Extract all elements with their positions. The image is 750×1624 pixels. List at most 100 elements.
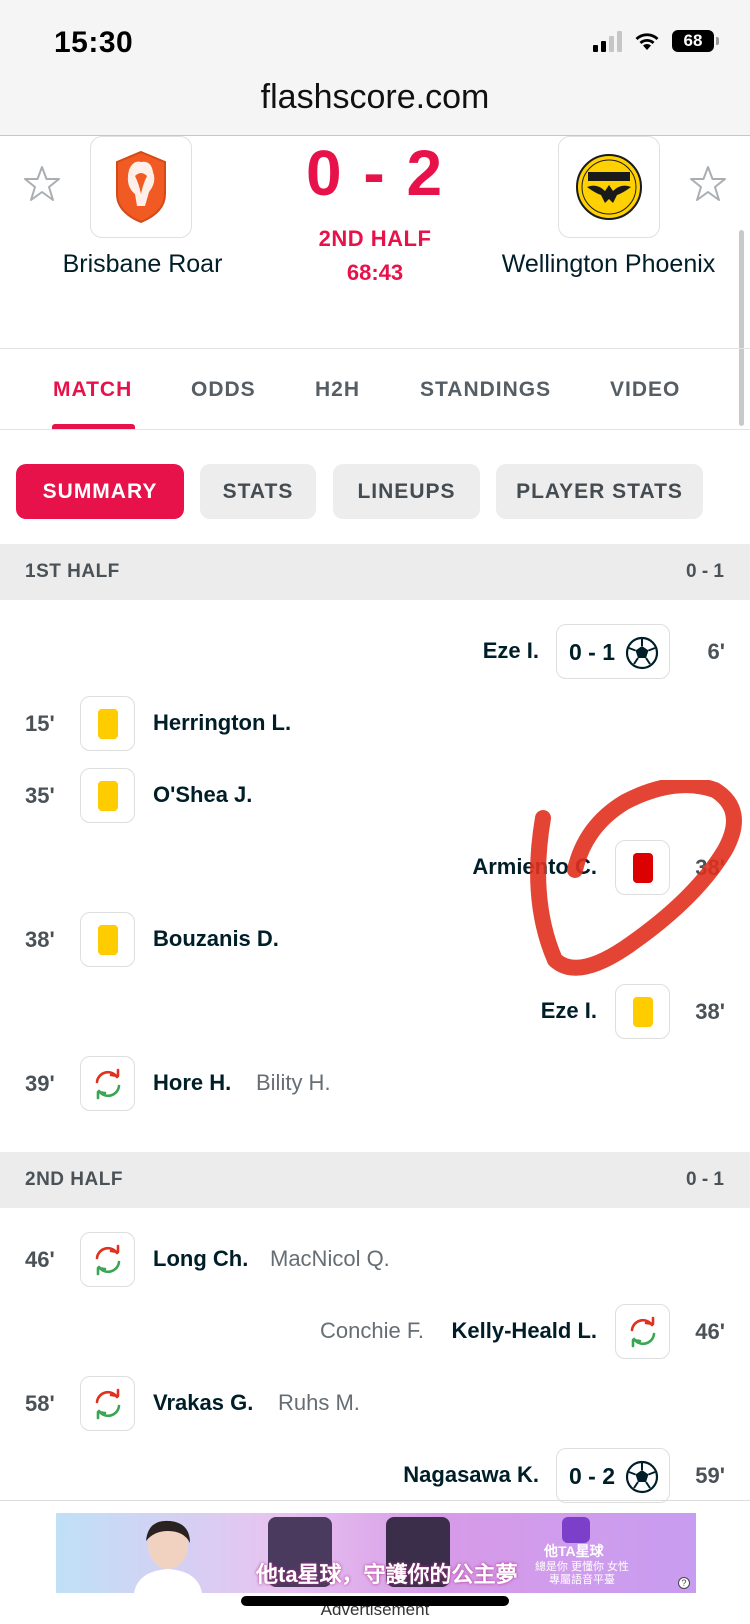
incident-goal[interactable]: Eze I. 0 - 1 6': [0, 624, 750, 680]
player-out-name[interactable]: MacNicol Q.: [270, 1246, 390, 1272]
incident-yellow-card[interactable]: Eze I. 38': [0, 984, 750, 1040]
ad-info-icon[interactable]: ?: [678, 1577, 690, 1589]
ad-caption: 他ta星球，守護你的公主夢: [256, 1562, 518, 1587]
home-indicator[interactable]: [241, 1596, 509, 1606]
substitution-icon: [95, 1244, 120, 1275]
divider: [0, 1500, 750, 1501]
substitution-icon-box: [80, 1376, 135, 1431]
match-score: 0 - 2: [305, 137, 445, 209]
match-phase: 2ND HALF: [318, 226, 432, 251]
ad-brand: 他TA星球: [544, 1543, 604, 1559]
divider: [0, 429, 750, 430]
soccer-ball-icon: [625, 636, 659, 670]
incident-minute: 15': [25, 711, 55, 736]
first-half-header: 1ST HALF 0 - 1: [0, 544, 750, 600]
second-half-header: 2ND HALF 0 - 1: [0, 1152, 750, 1208]
incident-minute: 58': [25, 1391, 55, 1416]
player-out-name[interactable]: Bility H.: [256, 1070, 331, 1096]
section-title: 1ST HALF: [25, 561, 120, 582]
substitution-icon-box: [80, 1232, 135, 1287]
red-card-icon-box: [615, 840, 670, 895]
player-name[interactable]: Armiento C.: [472, 854, 597, 880]
player-name[interactable]: Eze I.: [483, 638, 539, 664]
tab-standings[interactable]: STANDINGS: [420, 378, 551, 402]
subtab-lineups[interactable]: LINEUPS: [333, 464, 480, 519]
substitution-icon-box: [80, 1056, 135, 1111]
subtab-stats[interactable]: STATS: [200, 464, 316, 519]
browser-address-bar[interactable]: flashscore.com: [0, 70, 750, 136]
away-team-name[interactable]: Wellington Phoenix: [485, 250, 732, 279]
divider: [0, 348, 750, 349]
tab-match[interactable]: MATCH: [53, 378, 132, 402]
red-card-icon: [632, 852, 653, 883]
incident-minute: 39': [25, 1071, 55, 1096]
cellular-signal-icon: [593, 30, 622, 52]
yellow-card-icon: [97, 708, 118, 739]
incident-minute: 59': [695, 1463, 725, 1488]
player-in-name[interactable]: Kelly-Heald L.: [452, 1318, 597, 1344]
yellow-card-icon: [97, 924, 118, 955]
favorite-away-star-icon[interactable]: [688, 164, 728, 204]
ad-app-logo: [562, 1517, 590, 1543]
substitution-icon: [95, 1388, 120, 1419]
section-title: 2ND HALF: [25, 1169, 123, 1190]
yellow-card-icon-box: [80, 696, 135, 751]
player-out-name[interactable]: Ruhs M.: [278, 1390, 360, 1416]
player-in-name[interactable]: Long Ch.: [153, 1246, 248, 1272]
incident-yellow-card[interactable]: 38' Bouzanis D.: [0, 912, 750, 968]
player-name[interactable]: O'Shea J.: [153, 782, 252, 808]
match-clock: 68:43: [346, 260, 404, 285]
page-scrollbar[interactable]: [739, 230, 744, 426]
incident-minute: 38': [695, 855, 725, 880]
yellow-card-icon-box: [615, 984, 670, 1039]
subtab-player-stats[interactable]: PLAYER STATS: [496, 464, 703, 519]
status-icons: 68: [593, 30, 719, 52]
incident-substitution[interactable]: 58' Vrakas G. Ruhs M.: [0, 1376, 750, 1432]
player-name[interactable]: Bouzanis D.: [153, 926, 279, 952]
subtab-summary[interactable]: SUMMARY: [16, 464, 184, 519]
yellow-card-icon-box: [80, 912, 135, 967]
battery-indicator: 68: [672, 30, 719, 52]
ad-model-image: [134, 1520, 202, 1593]
section-score: 0 - 1: [685, 1169, 724, 1190]
incident-minute: 46': [695, 1319, 725, 1344]
goal-score: 0 - 1: [569, 639, 616, 665]
player-in-name[interactable]: Hore H.: [153, 1070, 231, 1096]
substitution-icon: [95, 1068, 120, 1099]
home-team-logo[interactable]: [90, 136, 192, 238]
tab-odds[interactable]: ODDS: [191, 378, 256, 402]
incident-minute: 38': [695, 999, 725, 1024]
player-out-name[interactable]: Conchie F.: [320, 1318, 424, 1344]
ad-tagline: 總是你 更懂你 女性專屬語音平臺: [534, 1561, 630, 1586]
advertisement-banner[interactable]: 他ta星球，守護你的公主夢 他TA星球 總是你 更懂你 女性專屬語音平臺 ?: [56, 1513, 696, 1593]
wellington-phoenix-crest-icon: [576, 154, 642, 220]
away-team-logo[interactable]: [558, 136, 660, 238]
player-name[interactable]: Herrington L.: [153, 710, 291, 736]
yellow-card-icon: [97, 780, 118, 811]
tab-h2h[interactable]: H2H: [315, 378, 360, 402]
tab-video[interactable]: VIDEO: [610, 378, 680, 402]
goal-score: 0 - 2: [569, 1463, 616, 1489]
player-name[interactable]: Eze I.: [541, 998, 597, 1024]
incident-yellow-card[interactable]: 15' Herrington L.: [0, 696, 750, 752]
url-text[interactable]: flashscore.com: [0, 78, 750, 117]
soccer-ball-icon: [625, 1460, 659, 1494]
incident-goal[interactable]: Nagasawa K. 0 - 2 59': [0, 1448, 750, 1504]
incident-substitution[interactable]: 46' Long Ch. MacNicol Q.: [0, 1232, 750, 1288]
goal-score-box: 0 - 2: [556, 1448, 670, 1503]
incident-substitution[interactable]: 39' Hore H. Bility H.: [0, 1056, 750, 1112]
home-team-name[interactable]: Brisbane Roar: [40, 250, 245, 279]
incident-substitution[interactable]: Conchie F. Kelly-Heald L. 46': [0, 1304, 750, 1360]
status-time: 15:30: [54, 26, 134, 59]
yellow-card-icon-box: [80, 768, 135, 823]
goal-score-box: 0 - 1: [556, 624, 670, 679]
player-name[interactable]: Nagasawa K.: [403, 1462, 539, 1488]
player-in-name[interactable]: Vrakas G.: [153, 1390, 253, 1416]
favorite-home-star-icon[interactable]: [22, 164, 62, 204]
wifi-icon: [635, 33, 659, 50]
substitution-icon-box: [615, 1304, 670, 1359]
incident-minute: 38': [25, 927, 55, 952]
incident-minute: 35': [25, 783, 55, 808]
incident-red-card[interactable]: Armiento C. 38': [0, 840, 750, 896]
incident-yellow-card[interactable]: 35' O'Shea J.: [0, 768, 750, 824]
